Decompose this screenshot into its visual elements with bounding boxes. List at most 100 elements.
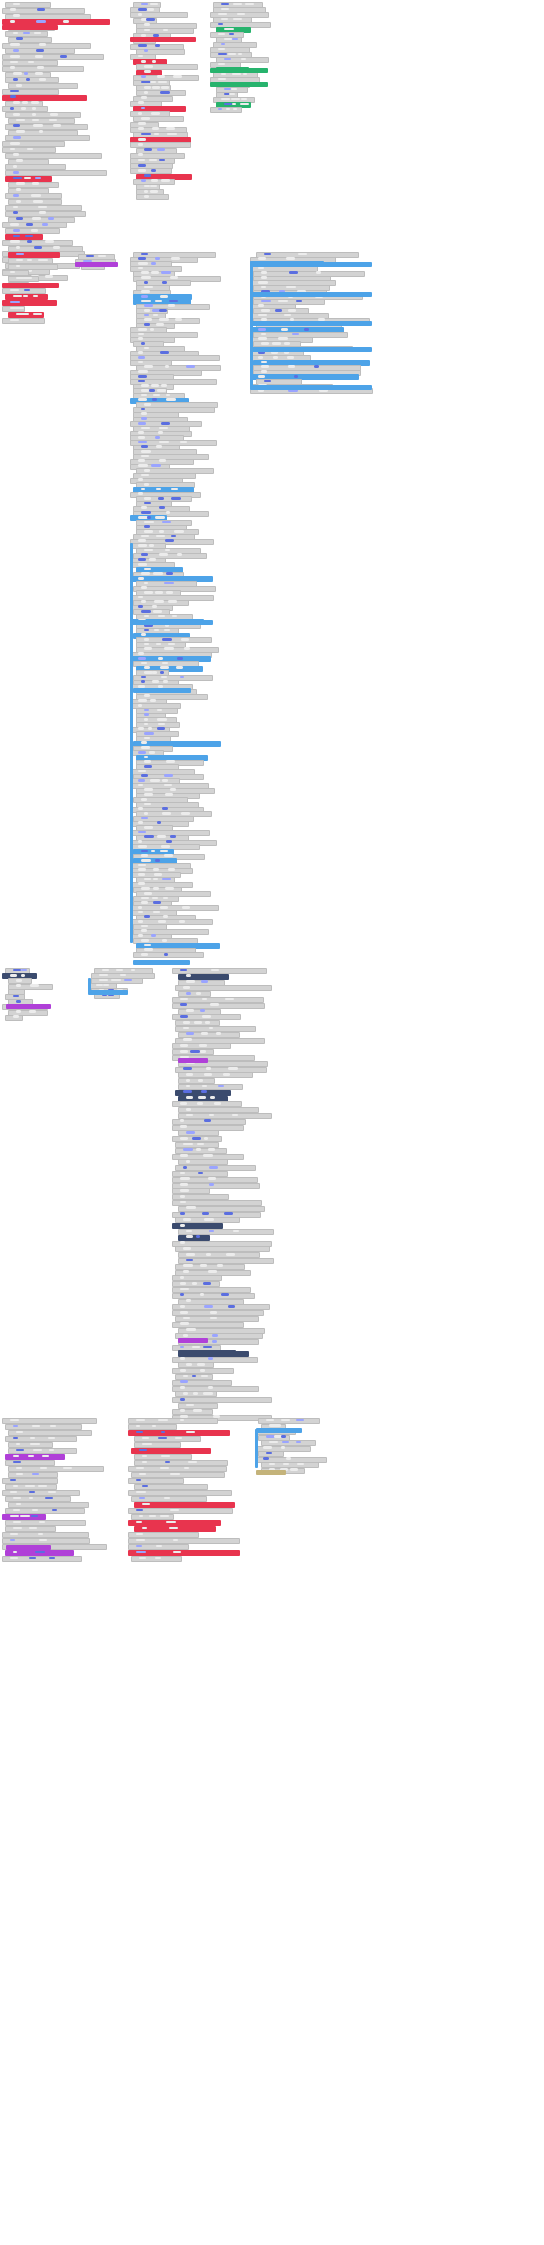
value-slot[interactable] xyxy=(102,968,109,972)
value-slot[interactable] xyxy=(141,816,149,820)
value-slot[interactable] xyxy=(31,101,40,104)
value-slot[interactable] xyxy=(158,431,163,434)
value-slot[interactable] xyxy=(258,356,264,359)
value-slot[interactable] xyxy=(213,1102,221,1105)
value-slot[interactable] xyxy=(158,920,167,923)
value-slot[interactable] xyxy=(38,130,44,133)
value-slot[interactable] xyxy=(16,130,26,133)
value-slot[interactable] xyxy=(208,1177,217,1181)
value-slot[interactable] xyxy=(162,811,172,815)
value-slot[interactable] xyxy=(51,1508,57,1512)
value-slot[interactable] xyxy=(160,844,170,848)
value-slot[interactable] xyxy=(155,487,161,491)
value-slot[interactable] xyxy=(180,1003,188,1007)
value-slot[interactable] xyxy=(258,351,266,355)
value-slot[interactable] xyxy=(155,1544,163,1548)
value-slot[interactable] xyxy=(138,703,143,707)
value-slot[interactable] xyxy=(217,1264,223,1268)
highlighted-block[interactable] xyxy=(210,82,268,87)
value-slot[interactable] xyxy=(199,1009,206,1012)
value-slot[interactable] xyxy=(144,835,154,839)
value-slot[interactable] xyxy=(32,217,42,220)
value-slot[interactable] xyxy=(144,482,149,486)
value-slot[interactable] xyxy=(183,1148,193,1152)
value-slot[interactable] xyxy=(13,124,20,128)
value-slot[interactable] xyxy=(266,1451,272,1455)
value-slot[interactable] xyxy=(138,351,143,355)
value-slot[interactable] xyxy=(13,78,18,81)
value-slot[interactable] xyxy=(141,426,150,430)
value-slot[interactable] xyxy=(146,515,151,519)
value-slot[interactable] xyxy=(174,529,184,533)
value-slot[interactable] xyxy=(149,699,157,702)
value-slot[interactable] xyxy=(29,1490,36,1494)
value-slot[interactable] xyxy=(39,1466,47,1470)
value-slot[interactable] xyxy=(269,1440,278,1444)
value-slot[interactable] xyxy=(141,938,149,942)
value-slot[interactable] xyxy=(50,112,59,116)
value-slot[interactable] xyxy=(39,1520,45,1524)
value-slot[interactable] xyxy=(138,920,144,923)
highlighted-block[interactable] xyxy=(130,37,196,42)
value-slot[interactable] xyxy=(36,20,47,23)
value-slot[interactable] xyxy=(208,1183,215,1186)
value-slot[interactable] xyxy=(10,288,20,292)
value-slot[interactable] xyxy=(138,7,147,11)
value-slot[interactable] xyxy=(23,294,28,298)
value-slot[interactable] xyxy=(212,1339,217,1343)
value-slot[interactable] xyxy=(38,1532,43,1536)
value-slot[interactable] xyxy=(20,1514,31,1518)
value-slot[interactable] xyxy=(35,72,44,75)
highlighted-block[interactable] xyxy=(133,620,213,625)
value-slot[interactable] xyxy=(170,487,179,491)
value-slot[interactable] xyxy=(149,388,155,392)
value-slot[interactable] xyxy=(20,968,28,972)
value-slot[interactable] xyxy=(282,1440,289,1444)
value-slot[interactable] xyxy=(147,727,152,731)
value-slot[interactable] xyxy=(138,562,147,566)
value-slot[interactable] xyxy=(191,1345,200,1349)
value-slot[interactable] xyxy=(169,276,178,279)
value-slot[interactable] xyxy=(30,228,39,232)
value-slot[interactable] xyxy=(23,288,31,292)
value-slot[interactable] xyxy=(41,223,49,226)
highlighted-block[interactable] xyxy=(250,262,372,267)
value-slot[interactable] xyxy=(16,118,26,122)
value-slot[interactable] xyxy=(138,327,148,331)
value-slot[interactable] xyxy=(144,189,149,193)
value-slot[interactable] xyxy=(10,60,19,64)
value-slot[interactable] xyxy=(155,858,161,862)
value-slot[interactable] xyxy=(16,1010,22,1013)
value-slot[interactable] xyxy=(33,124,44,128)
value-slot[interactable] xyxy=(99,978,109,982)
value-slot[interactable] xyxy=(141,506,147,510)
value-slot[interactable] xyxy=(208,1148,215,1152)
value-slot[interactable] xyxy=(165,511,170,514)
value-slot[interactable] xyxy=(138,370,148,373)
value-slot[interactable] xyxy=(141,609,151,613)
value-slot[interactable] xyxy=(13,1520,22,1524)
value-slot[interactable] xyxy=(272,341,281,345)
value-slot[interactable] xyxy=(270,351,279,355)
value-slot[interactable] xyxy=(144,525,151,528)
value-slot[interactable] xyxy=(208,1386,213,1389)
value-slot[interactable] xyxy=(191,1281,198,1285)
value-slot[interactable] xyxy=(141,849,148,853)
value-slot[interactable] xyxy=(150,464,161,467)
value-slot[interactable] xyxy=(141,341,146,345)
value-slot[interactable] xyxy=(16,217,23,220)
value-slot[interactable] xyxy=(13,211,18,215)
value-slot[interactable] xyxy=(144,647,152,651)
value-slot[interactable] xyxy=(287,365,295,369)
value-slot[interactable] xyxy=(205,1067,211,1070)
value-slot[interactable] xyxy=(144,614,149,618)
value-slot[interactable] xyxy=(144,365,154,369)
value-slot[interactable] xyxy=(149,327,154,331)
value-slot[interactable] xyxy=(151,605,158,608)
value-slot[interactable] xyxy=(13,153,20,157)
value-slot[interactable] xyxy=(141,854,149,857)
value-slot[interactable] xyxy=(180,968,187,972)
value-slot[interactable] xyxy=(141,417,147,420)
value-slot[interactable] xyxy=(186,1073,194,1076)
value-slot[interactable] xyxy=(138,101,144,105)
